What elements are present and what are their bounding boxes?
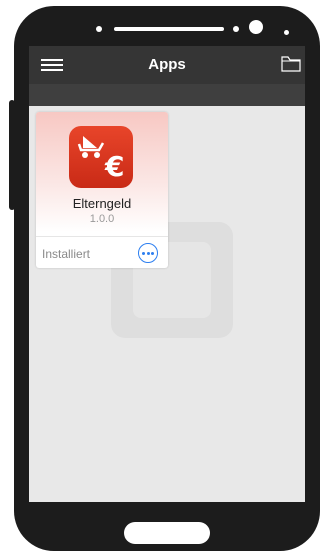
phone-home-button	[124, 522, 210, 544]
app-bar: Apps	[29, 46, 305, 106]
card-divider	[36, 236, 168, 237]
install-status: Installiert	[42, 247, 91, 261]
svg-text:€: €	[104, 150, 124, 183]
app-version: 1.0.0	[89, 213, 115, 225]
page-title: Apps	[148, 56, 186, 73]
folder-icon[interactable]	[281, 56, 301, 72]
app-screen: Apps € Elterngeld 1.0.0 Installiert	[29, 46, 305, 502]
phone-sensor-dot	[284, 30, 289, 35]
phone-speaker	[114, 27, 224, 31]
app-name: Elterngeld	[72, 196, 132, 211]
phone-sensor-dot	[96, 26, 102, 32]
phone-sensor-dot	[233, 26, 239, 32]
app-card[interactable]: € Elterngeld 1.0.0 Installiert	[36, 112, 168, 268]
phone-camera	[249, 20, 263, 34]
more-options-icon[interactable]	[138, 243, 158, 263]
baby-stroller-euro-icon[interactable]: €	[69, 126, 133, 188]
